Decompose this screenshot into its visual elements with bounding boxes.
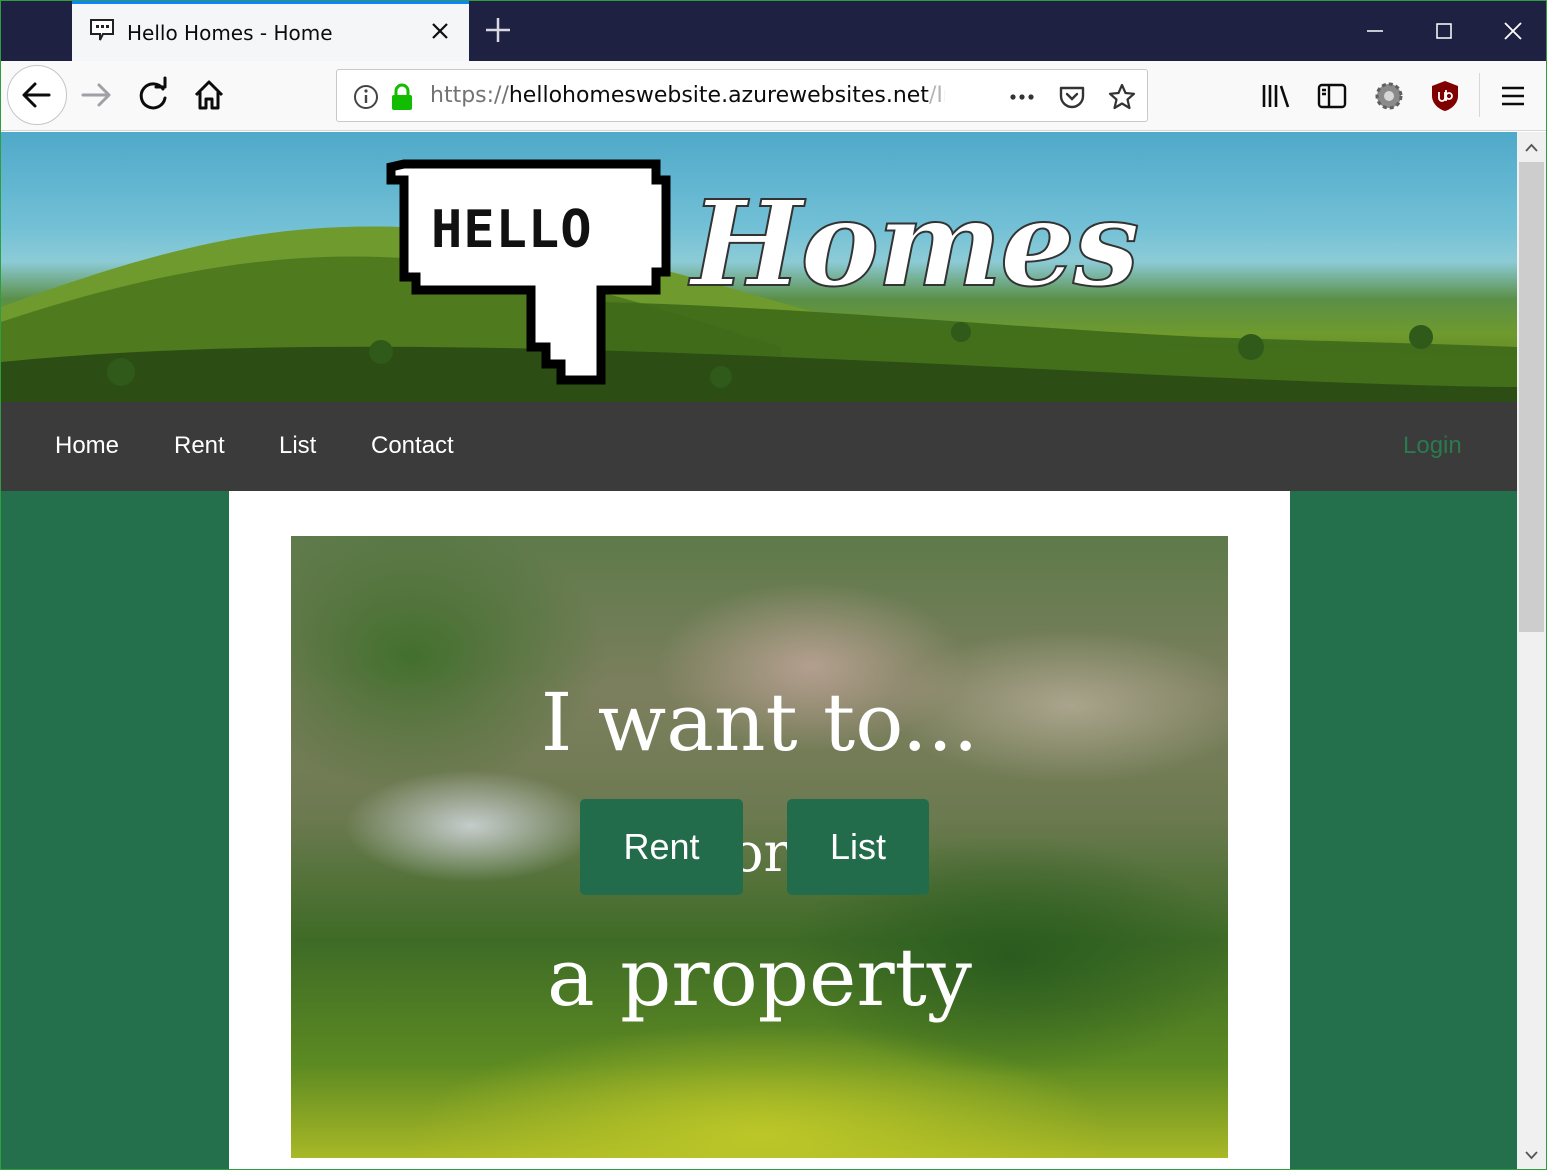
rent-button[interactable]: Rent	[580, 799, 743, 895]
url-path: /Index	[928, 83, 945, 108]
url-text[interactable]: https://hellohomeswebsite.azurewebsites.…	[430, 83, 945, 108]
scrollbar-thumb[interactable]	[1519, 162, 1544, 632]
logo-hello-text: HELLO	[431, 200, 593, 260]
hero-subheading: a property	[547, 931, 972, 1024]
forward-arrow-icon[interactable]	[69, 67, 125, 123]
reload-icon[interactable]	[125, 67, 181, 123]
ublock-icon[interactable]	[1428, 79, 1462, 113]
menu-icon[interactable]	[1496, 79, 1530, 113]
nav-list-link[interactable]: List	[279, 432, 316, 460]
nav-rent-link[interactable]: Rent	[174, 432, 225, 460]
page-viewport: HELLO Homes Home Rent List Contact Login…	[1, 132, 1517, 1169]
info-icon[interactable]	[351, 82, 381, 112]
list-button[interactable]: List	[787, 799, 929, 895]
new-tab-plus-icon[interactable]	[483, 15, 513, 45]
url-bar[interactable]: https://hellohomeswebsite.azurewebsites.…	[336, 69, 1148, 122]
nav-login-link[interactable]: Login	[1403, 432, 1462, 460]
settings-gear-icon[interactable]	[1372, 79, 1406, 113]
back-button[interactable]	[7, 65, 67, 125]
site-banner: HELLO Homes	[1, 132, 1517, 402]
hero-heading: I want to...	[540, 676, 979, 769]
tab-active[interactable]: Hello Homes - Home	[72, 1, 469, 61]
tab-bar: Hello Homes - Home	[1, 1, 1546, 61]
nav-home-link[interactable]: Home	[55, 432, 119, 460]
browser-toolbar: https://hellohomeswebsite.azurewebsites.…	[1, 61, 1546, 131]
tab-title: Hello Homes - Home	[127, 21, 333, 45]
nav-contact-link[interactable]: Contact	[371, 432, 454, 460]
toolbar-separator	[1479, 73, 1480, 117]
browser-window: Hello Homes - Home https://hellohomesweb…	[0, 0, 1547, 1170]
close-tab-icon[interactable]	[427, 18, 453, 44]
speech-bubble-favicon-icon	[90, 19, 114, 41]
sidebar-icon[interactable]	[1315, 79, 1349, 113]
scroll-up-arrow-icon[interactable]	[1517, 134, 1546, 163]
lock-icon[interactable]	[387, 82, 417, 112]
hero-panel: I want to... or Rent List a property	[291, 536, 1228, 1158]
back-arrow-icon	[22, 82, 51, 108]
url-host: hellohomeswebsite.azurewebsites.net	[508, 83, 929, 108]
more-actions-icon[interactable]	[1007, 82, 1037, 112]
scroll-down-arrow-icon[interactable]	[1517, 1140, 1546, 1169]
main-content: I want to... or Rent List a property	[229, 491, 1290, 1169]
site-navigation: Home Rent List Contact Login	[1, 402, 1517, 491]
minimize-icon[interactable]	[1360, 16, 1390, 46]
bookmark-star-icon[interactable]	[1107, 82, 1137, 112]
logo-homes-text: Homes	[690, 173, 1141, 314]
pocket-icon[interactable]	[1057, 82, 1087, 112]
library-icon[interactable]	[1259, 79, 1293, 113]
close-window-icon[interactable]	[1498, 16, 1528, 46]
vertical-scrollbar[interactable]	[1517, 132, 1546, 1169]
maximize-icon[interactable]	[1429, 16, 1459, 46]
url-scheme: https://	[430, 83, 509, 108]
home-icon[interactable]	[181, 67, 237, 123]
